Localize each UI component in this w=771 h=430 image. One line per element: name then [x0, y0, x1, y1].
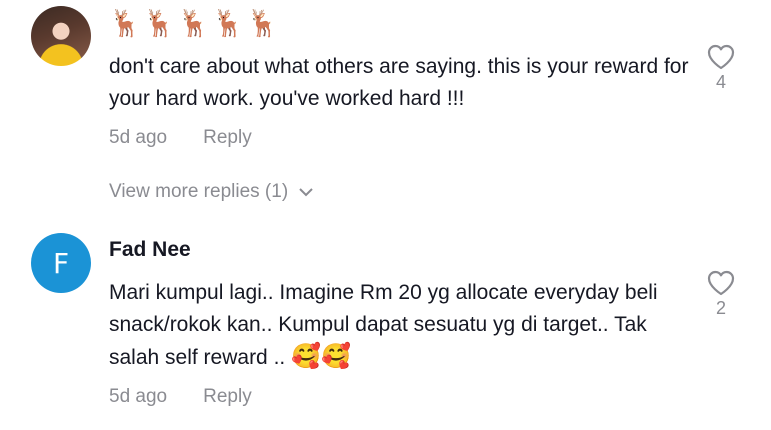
comment-emojis: 🥰🥰	[291, 343, 351, 370]
heart-icon	[707, 270, 735, 296]
comment-text-body: Mari kumpul lagi.. Imagine Rm 20 yg allo…	[109, 281, 658, 369]
comment-timestamp: 5d ago	[109, 386, 168, 407]
comment-text: Mari kumpul lagi.. Imagine Rm 20 yg allo…	[109, 277, 699, 374]
like-button[interactable]: 2	[703, 270, 739, 319]
comment-timestamp: 5d ago	[109, 127, 168, 148]
like-count: 2	[715, 298, 726, 318]
view-more-replies-button[interactable]: View more replies (1)	[109, 181, 314, 203]
comment-1: 🦌🦌🦌🦌🦌 don't care about what others are s…	[0, 0, 771, 175]
reply-button[interactable]: Reply	[203, 127, 252, 149]
comment-2: F Fad Nee Mari kumpul lagi.. Imagine Rm …	[0, 225, 771, 430]
avatar[interactable]: F	[31, 233, 91, 293]
heart-icon	[707, 44, 735, 70]
reply-button[interactable]: Reply	[203, 386, 252, 408]
chevron-down-icon	[299, 188, 313, 197]
like-button[interactable]: 4	[703, 44, 739, 93]
comment-text: don't care about what others are saying.…	[109, 55, 689, 110]
view-more-replies-label: View more replies (1)	[109, 181, 289, 202]
comment-emoji-line: 🦌🦌🦌🦌🦌	[109, 8, 281, 38]
avatar[interactable]	[31, 6, 91, 66]
comment-meta: 5d ago Reply	[109, 386, 252, 408]
like-count: 4	[715, 72, 726, 92]
comment-meta: 5d ago Reply	[109, 127, 252, 149]
comment-username[interactable]: Fad Nee	[109, 238, 191, 262]
